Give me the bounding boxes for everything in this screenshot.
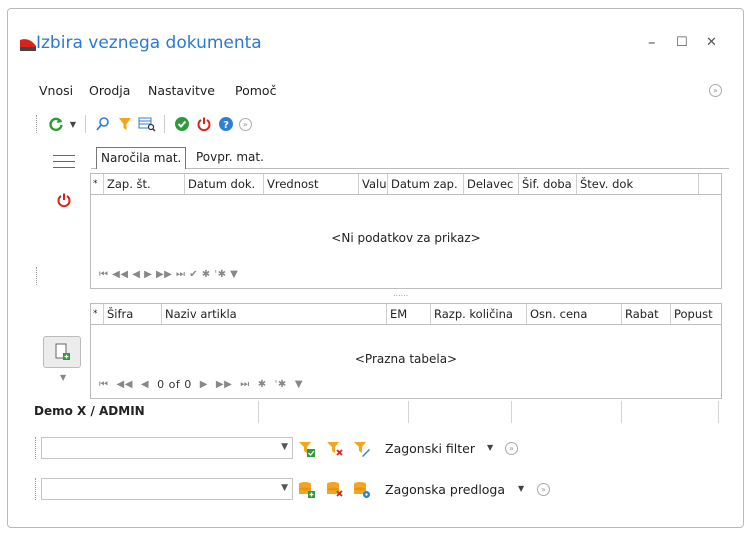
- menu-orodja[interactable]: Orodja: [89, 83, 130, 98]
- col-rabat[interactable]: Rabat: [622, 304, 671, 324]
- tab-narocila-mat[interactable]: Naročila mat.: [96, 147, 187, 169]
- status-divider: [621, 401, 622, 423]
- col-popust[interactable]: Popust: [671, 304, 721, 324]
- side-dropdown-icon[interactable]: ▼: [60, 373, 66, 382]
- nav-append-copy-icon[interactable]: '✱: [275, 379, 287, 390]
- col-vrednost[interactable]: Vrednost: [264, 174, 359, 194]
- col-datum-zap[interactable]: Datum zap.: [388, 174, 464, 194]
- hamburger-menu-icon[interactable]: [53, 155, 75, 168]
- new-document-icon: [55, 343, 70, 360]
- nav-prev-page-icon[interactable]: ◀◀: [117, 379, 133, 390]
- items-grid: * Šifra Naziv artikla EM Razp. količina …: [90, 303, 722, 399]
- confirm-icon[interactable]: [173, 115, 191, 133]
- nav-next-icon[interactable]: ▶: [200, 379, 208, 390]
- user-label: Demo X / ADMIN: [34, 404, 145, 418]
- col-stev-dok[interactable]: Štev. dok: [577, 174, 699, 194]
- documents-grid: * Zap. št. Datum dok. Vrednost Valu Datu…: [90, 173, 722, 289]
- template-dropdown-icon[interactable]: ▼: [518, 484, 524, 493]
- filter-more-icon[interactable]: »: [505, 442, 518, 455]
- grid-search-icon[interactable]: [138, 115, 156, 133]
- nav-next-page-icon[interactable]: ▶▶: [216, 379, 232, 390]
- items-grid-header: * Šifra Naziv artikla EM Razp. količina …: [91, 304, 721, 325]
- filter-row-grip[interactable]: [35, 437, 36, 459]
- maximize-button[interactable]: ☐: [676, 35, 688, 50]
- menu-nastavitve[interactable]: Nastavitve: [148, 83, 215, 98]
- filter-edit-icon[interactable]: [353, 440, 371, 461]
- template-combo[interactable]: ▼: [41, 478, 293, 500]
- toolbar-separator: [164, 115, 165, 133]
- col-new-row-marker: *: [91, 174, 104, 194]
- navigator-buttons[interactable]: ⏮ ◀◀ ◀ ▶ ▶▶ ⏭ ✔ ✱ '✱ ▼: [99, 269, 238, 280]
- window-title: Izbira veznega dokumenta: [36, 33, 262, 53]
- svg-text:?: ?: [223, 120, 229, 131]
- template-row-grip[interactable]: [35, 478, 36, 500]
- grid-splitter[interactable]: ......: [393, 289, 408, 298]
- filter-icon[interactable]: [116, 115, 134, 133]
- documents-grid-empty-text: <Ni podatkov za prikaz>: [331, 231, 481, 245]
- toolbar-separator: [85, 115, 86, 133]
- side-grip[interactable]: [36, 267, 37, 285]
- filter-apply-icon[interactable]: [298, 440, 316, 461]
- documents-grid-header: * Zap. št. Datum dok. Vrednost Valu Datu…: [91, 174, 721, 195]
- template-more-icon[interactable]: »: [537, 483, 550, 496]
- nav-prev-icon[interactable]: ◀: [141, 379, 149, 390]
- template-settings-icon[interactable]: [353, 481, 371, 502]
- nav-last-icon[interactable]: ⏭: [240, 379, 250, 390]
- help-icon[interactable]: ?: [217, 115, 235, 133]
- status-bar: Demo X / ADMIN: [8, 401, 745, 425]
- col-naziv-artikla[interactable]: Naziv artikla: [162, 304, 387, 324]
- menu-more-icon[interactable]: »: [709, 84, 722, 97]
- tab-povpr-mat[interactable]: Povpr. mat.: [192, 147, 268, 167]
- col-zap-st[interactable]: Zap. št.: [104, 174, 185, 194]
- menu-pomoc[interactable]: Pomoč: [235, 83, 276, 98]
- template-delete-icon[interactable]: [326, 481, 344, 502]
- filter-combo[interactable]: ▼: [41, 437, 293, 459]
- nav-first-icon[interactable]: ⏮: [99, 379, 109, 390]
- nav-filter-icon[interactable]: ▼: [295, 379, 303, 390]
- col-osn-cena[interactable]: Osn. cena: [527, 304, 622, 324]
- items-grid-empty-text: <Prazna tabela>: [354, 352, 458, 366]
- col-sifra[interactable]: Šifra: [104, 304, 162, 324]
- toolbar-more-icon[interactable]: »: [239, 117, 252, 131]
- filter-remove-icon[interactable]: [326, 440, 344, 461]
- template-label[interactable]: Zagonska predloga: [385, 482, 505, 497]
- status-divider: [718, 401, 719, 423]
- refresh-dropdown-icon[interactable]: ▼: [69, 115, 77, 133]
- filter-dropdown-icon[interactable]: ▼: [487, 443, 493, 452]
- dialog-window: Izbira veznega dokumenta – ☐ ✕ Vnosi Oro…: [7, 8, 744, 528]
- refresh-icon[interactable]: [47, 115, 65, 133]
- search-icon[interactable]: [94, 115, 112, 133]
- col-datum-dok[interactable]: Datum dok.: [185, 174, 264, 194]
- nav-append-icon[interactable]: ✱: [258, 379, 267, 390]
- col-razp-kolicina[interactable]: Razp. količina: [431, 304, 527, 324]
- template-add-icon[interactable]: [298, 481, 316, 502]
- col-valuta[interactable]: Valu: [359, 174, 388, 194]
- status-divider: [511, 401, 512, 423]
- new-document-button[interactable]: [43, 336, 81, 368]
- power-icon[interactable]: [195, 115, 213, 133]
- close-button[interactable]: ✕: [706, 35, 717, 50]
- record-counter: 0 of 0: [157, 378, 192, 391]
- col-delavec[interactable]: Delavec: [464, 174, 519, 194]
- filter-label[interactable]: Zagonski filter: [385, 441, 475, 456]
- app-logo-icon: [20, 39, 36, 51]
- minimize-button[interactable]: –: [648, 33, 656, 51]
- template-combo-arrow-icon[interactable]: ▼: [281, 483, 288, 493]
- toolbar: ▼ ? »: [36, 114, 252, 134]
- status-divider: [258, 401, 259, 423]
- col-new-row-marker: *: [91, 304, 104, 324]
- tab-strip: Naročila mat. Povpr. mat.: [91, 147, 729, 169]
- filter-combo-arrow-icon[interactable]: ▼: [281, 442, 288, 452]
- menu-vnosi[interactable]: Vnosi: [39, 83, 73, 98]
- toolbar-grip[interactable]: [36, 115, 39, 133]
- col-em[interactable]: EM: [387, 304, 431, 324]
- side-power-icon[interactable]: [56, 192, 72, 211]
- documents-grid-navigator[interactable]: ⏮ ◀◀ ◀ ▶ ▶▶ ⏭ ✔ ✱ '✱ ▼: [99, 269, 238, 280]
- col-sif-doba[interactable]: Šif. doba: [519, 174, 577, 194]
- status-divider: [408, 401, 409, 423]
- items-grid-navigator[interactable]: ⏮ ◀◀ ◀ 0 of 0 ▶ ▶▶ ⏭ ✱ '✱ ▼: [99, 378, 303, 391]
